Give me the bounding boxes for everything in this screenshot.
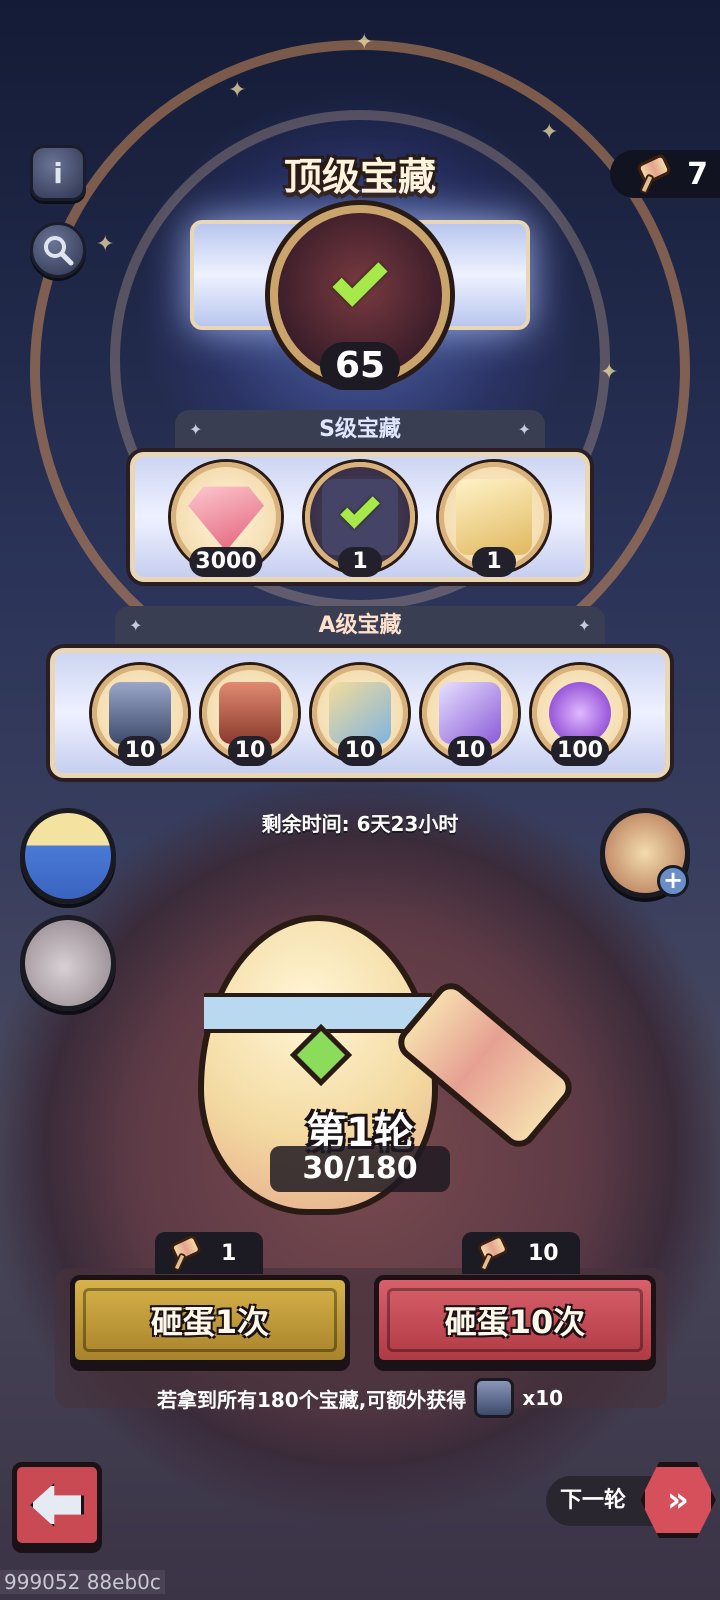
- red-helmet-chest-icon: [219, 682, 281, 744]
- buy-hammer-button[interactable]: +: [600, 808, 690, 898]
- tier-s-panel: 3000 1 1: [130, 452, 590, 582]
- reward-item[interactable]: 1: [305, 462, 415, 577]
- smash-once-cost: 1: [155, 1232, 263, 1274]
- next-round-label: 下一轮: [560, 1488, 627, 1513]
- iron-helmet-chest-icon: [474, 1378, 515, 1418]
- reward-item[interactable]: 10: [422, 665, 518, 766]
- purple-crystal-orb-icon: [549, 682, 611, 744]
- sparkle-icon: ✦: [600, 360, 619, 385]
- completion-bonus-count: x10: [522, 1386, 564, 1410]
- grand-prize-count: 65: [320, 342, 400, 390]
- hammer-icon: [167, 1233, 203, 1272]
- hammer-plus-icon: +: [657, 865, 689, 897]
- smash-ten-button[interactable]: 砸蛋10次: [374, 1275, 656, 1365]
- reward-item[interactable]: 1: [439, 462, 549, 577]
- back-button[interactable]: [12, 1462, 102, 1548]
- reward-count: 10: [228, 736, 272, 766]
- debug-id: 999052 88eb0c: [0, 1570, 165, 1594]
- completion-bonus-text: 若拿到所有180个宝藏,可额外获得: [156, 1387, 467, 1412]
- tier-a-panel: 10 10 10 10 100: [50, 648, 670, 778]
- tier-s-label: S级宝藏: [319, 417, 401, 442]
- magnifier-icon: [44, 236, 74, 266]
- purple-scroll-icon: [439, 682, 501, 744]
- smash-ten-cost: 10: [462, 1232, 580, 1274]
- smash-ten-cost-value: 10: [528, 1240, 559, 1266]
- golden-key-icon: [329, 682, 391, 744]
- reward-count: 10: [448, 736, 492, 766]
- search-button[interactable]: [30, 222, 86, 278]
- tier-s-header: ✦ S级宝藏 ✦: [175, 410, 545, 450]
- egg-gem-icon: [289, 1023, 353, 1087]
- checkmark-icon: [340, 489, 380, 529]
- claimed-hero-badge-icon: [322, 479, 398, 555]
- gift-box-button[interactable]: [20, 808, 116, 904]
- next-round-label-box[interactable]: 下一轮: [546, 1476, 656, 1526]
- tier-a-header: ✦ A级宝藏 ✦: [115, 606, 605, 646]
- ssr-summon-ticket-icon: [456, 479, 532, 555]
- reward-count: 10: [338, 736, 382, 766]
- smash-once-label: 砸蛋1次: [150, 1303, 270, 1341]
- sparkle-icon: ✦: [355, 30, 374, 55]
- reward-item[interactable]: 100: [532, 665, 628, 766]
- smash-once-cost-value: 1: [221, 1240, 237, 1266]
- reward-item[interactable]: 10: [312, 665, 408, 766]
- reward-count: 1: [472, 547, 516, 577]
- smash-once-button[interactable]: 砸蛋1次: [70, 1275, 350, 1365]
- hammer-icon: [633, 152, 673, 195]
- hammer-balance-value: 7: [687, 156, 708, 192]
- reward-count: 100: [551, 736, 609, 766]
- iron-helmet-chest-icon: [109, 682, 171, 744]
- sparkle-icon: ✦: [228, 78, 247, 103]
- round-progress: 30/180: [270, 1146, 450, 1192]
- sparkle-icon: ✦: [96, 232, 115, 257]
- reward-count: 1: [338, 547, 382, 577]
- reward-count: 3000: [189, 547, 263, 577]
- reward-count: 10: [118, 736, 162, 766]
- hammer-balance: 7: [610, 150, 720, 198]
- back-arrow-icon: [30, 1483, 84, 1527]
- pink-diamond-gem-icon: [188, 486, 264, 552]
- tier-a-label: A级宝藏: [318, 613, 402, 638]
- sparkle-icon: ✦: [540, 120, 559, 145]
- smash-ten-label: 砸蛋10次: [444, 1303, 586, 1341]
- candle-button[interactable]: [20, 915, 116, 1011]
- hammer-icon: [474, 1233, 510, 1272]
- fast-forward-icon: »: [667, 1480, 689, 1520]
- completion-bonus: 若拿到所有180个宝藏,可额外获得 x10: [0, 1378, 720, 1418]
- reward-item[interactable]: 10: [202, 665, 298, 766]
- checkmark-icon: [332, 251, 388, 307]
- reward-item[interactable]: 10: [92, 665, 188, 766]
- reward-item[interactable]: 3000: [171, 462, 281, 577]
